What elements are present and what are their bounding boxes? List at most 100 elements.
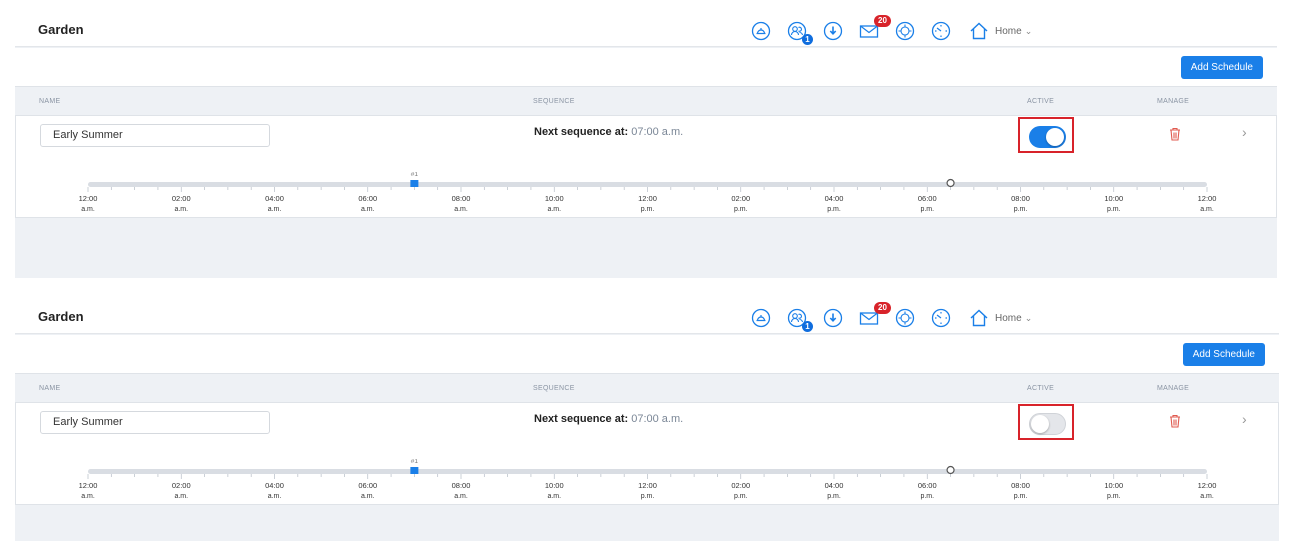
column-name: NAME	[39, 385, 61, 392]
timeline-tick-time: 10:00	[545, 481, 564, 490]
timeline-tick-period: a.m.	[1200, 206, 1214, 213]
sequence-marker	[410, 467, 419, 474]
table-header: NAME SEQUENCE ACTIVE MANAGE	[15, 86, 1277, 114]
page-title: Garden	[38, 309, 84, 324]
chevron-right-icon[interactable]: ›	[1242, 124, 1247, 140]
mail-icon[interactable]: 20	[859, 15, 891, 41]
trash-icon[interactable]	[1169, 414, 1181, 433]
timeline-tick-time: 10:00	[1104, 194, 1123, 203]
timeline-track	[88, 469, 1207, 474]
next-sequence-label: Next sequence at:	[534, 413, 629, 425]
timer-icon[interactable]	[931, 21, 951, 41]
timeline-tick-period: a.m.	[81, 206, 95, 213]
column-sequence: SEQUENCE	[533, 98, 575, 105]
sequence-marker-label: #1	[411, 172, 419, 178]
target-icon[interactable]	[895, 308, 915, 328]
download-icon[interactable]	[823, 308, 843, 328]
timeline-tick-time: 06:00	[918, 481, 937, 490]
download-icon[interactable]	[823, 21, 843, 41]
timeline-tick-time: 08:00	[1011, 481, 1030, 490]
mail-count-badge: 20	[874, 302, 891, 314]
sequence-marker-label: #1	[411, 459, 419, 465]
timeline-tick-period: a.m.	[361, 206, 375, 213]
users-icon[interactable]: 1	[787, 21, 813, 45]
timeline-tick-time: 12:00	[638, 481, 657, 490]
timeline-tick-time: 04:00	[265, 481, 284, 490]
timeline-tick-time: 04:00	[825, 194, 844, 203]
schedule-name-field[interactable]: Early Summer	[40, 124, 270, 147]
timeline-tick-period: p.m.	[641, 206, 655, 213]
timeline-tick-time: 10:00	[1104, 481, 1123, 490]
schedule-panel-active-state: Garden 1 20 Home ⌄ Add Schedule NAME SEQ…	[15, 14, 1277, 278]
users-icon[interactable]: 1	[787, 308, 813, 332]
timeline-tick-time: 04:00	[825, 481, 844, 490]
mail-icon[interactable]: 20	[859, 302, 891, 328]
timeline-tick-period: a.m.	[547, 493, 561, 500]
mail-count-badge: 20	[874, 15, 891, 27]
add-schedule-button[interactable]: Add Schedule	[1180, 56, 1263, 79]
current-time-indicator	[946, 178, 955, 188]
active-toggle-highlight	[1018, 117, 1074, 153]
timeline-tick-time: 12:00	[1198, 481, 1217, 490]
timeline-tick-time: 08:00	[1011, 194, 1030, 203]
timeline-tick-period: p.m.	[1107, 206, 1121, 213]
timeline-tick-time: 08:00	[452, 194, 471, 203]
action-bar: Add Schedule	[15, 48, 1277, 86]
timeline-tick-period: a.m.	[268, 206, 282, 213]
timeline-tick-time: 02:00	[731, 194, 750, 203]
chevron-down-icon: ⌄	[1024, 25, 1033, 36]
timeline-tick-time: 04:00	[265, 194, 284, 203]
add-schedule-button[interactable]: Add Schedule	[1182, 343, 1265, 366]
timeline-tick-period: p.m.	[920, 206, 934, 213]
home-menu[interactable]: Home ⌄	[969, 21, 1032, 41]
toggle-knob	[1031, 415, 1049, 433]
dashboard-icon[interactable]	[751, 21, 771, 41]
schedule-timeline: 12:00 a.m. 02:00 a.m. 04:00 a.m. 06:00 a.m. 08:0…	[79, 459, 1217, 500]
home-menu[interactable]: Home ⌄	[969, 308, 1032, 328]
timer-icon[interactable]	[931, 308, 951, 328]
timeline-tick-period: a.m.	[174, 206, 188, 213]
column-active: ACTIVE	[1027, 385, 1055, 392]
home-label: Home	[995, 312, 1022, 324]
timeline-tick-time: 02:00	[172, 194, 191, 203]
top-bar: Garden 1 20 Home ⌄	[15, 301, 1279, 334]
timeline-tick-time: 12:00	[1198, 194, 1217, 203]
column-active: ACTIVE	[1027, 98, 1055, 105]
timeline-tick-period: a.m.	[174, 493, 188, 500]
timeline-tick-period: p.m.	[1107, 493, 1121, 500]
timeline-tick-time: 12:00	[79, 194, 98, 203]
timeline-tick-period: p.m.	[734, 206, 748, 213]
trash-icon[interactable]	[1169, 127, 1181, 146]
next-sequence-time: 07:00 a.m.	[631, 413, 684, 425]
active-toggle-off[interactable]	[1029, 413, 1066, 435]
timeline-tick-time: 08:00	[452, 481, 471, 490]
schedule-panel-inactive-state: Garden 1 20 Home ⌄ Add Schedule NAME SEQ…	[15, 301, 1279, 541]
next-sequence-time: 07:00 a.m.	[631, 126, 684, 138]
home-label: Home	[995, 25, 1022, 37]
column-manage: MANAGE	[1157, 98, 1190, 105]
schedule-timeline: 12:00 a.m. 02:00 a.m. 04:00 a.m. 06:00 a.m. 08:0…	[79, 172, 1217, 213]
column-sequence: SEQUENCE	[533, 385, 575, 392]
schedule-row: Early Summer Next sequence at: 07:00 a.m…	[15, 115, 1277, 218]
target-icon[interactable]	[895, 21, 915, 41]
timeline-tick-period: a.m.	[547, 206, 561, 213]
toggle-knob	[1046, 128, 1064, 146]
chevron-right-icon[interactable]: ›	[1242, 411, 1247, 427]
dashboard-icon[interactable]	[751, 308, 771, 328]
timeline-tick-time: 12:00	[638, 194, 657, 203]
timeline-tick-time: 06:00	[358, 194, 377, 203]
timeline-tick-time: 02:00	[731, 481, 750, 490]
users-count-badge: 1	[802, 34, 813, 45]
timeline-track	[88, 182, 1207, 187]
home-icon	[970, 309, 988, 327]
timeline-tick-period: p.m.	[641, 493, 655, 500]
timeline-tick-period: a.m.	[81, 493, 95, 500]
timeline-tick-period: a.m.	[361, 493, 375, 500]
timeline-tick-time: 10:00	[545, 194, 564, 203]
next-sequence-text: Next sequence at: 07:00 a.m.	[534, 413, 683, 425]
timeline-tick-time: 02:00	[172, 481, 191, 490]
header-icon-bar: 1 20 Home ⌄	[751, 302, 1032, 332]
schedule-name-field[interactable]: Early Summer	[40, 411, 270, 434]
timeline-tick-time: 06:00	[358, 481, 377, 490]
active-toggle-on[interactable]	[1029, 126, 1066, 148]
